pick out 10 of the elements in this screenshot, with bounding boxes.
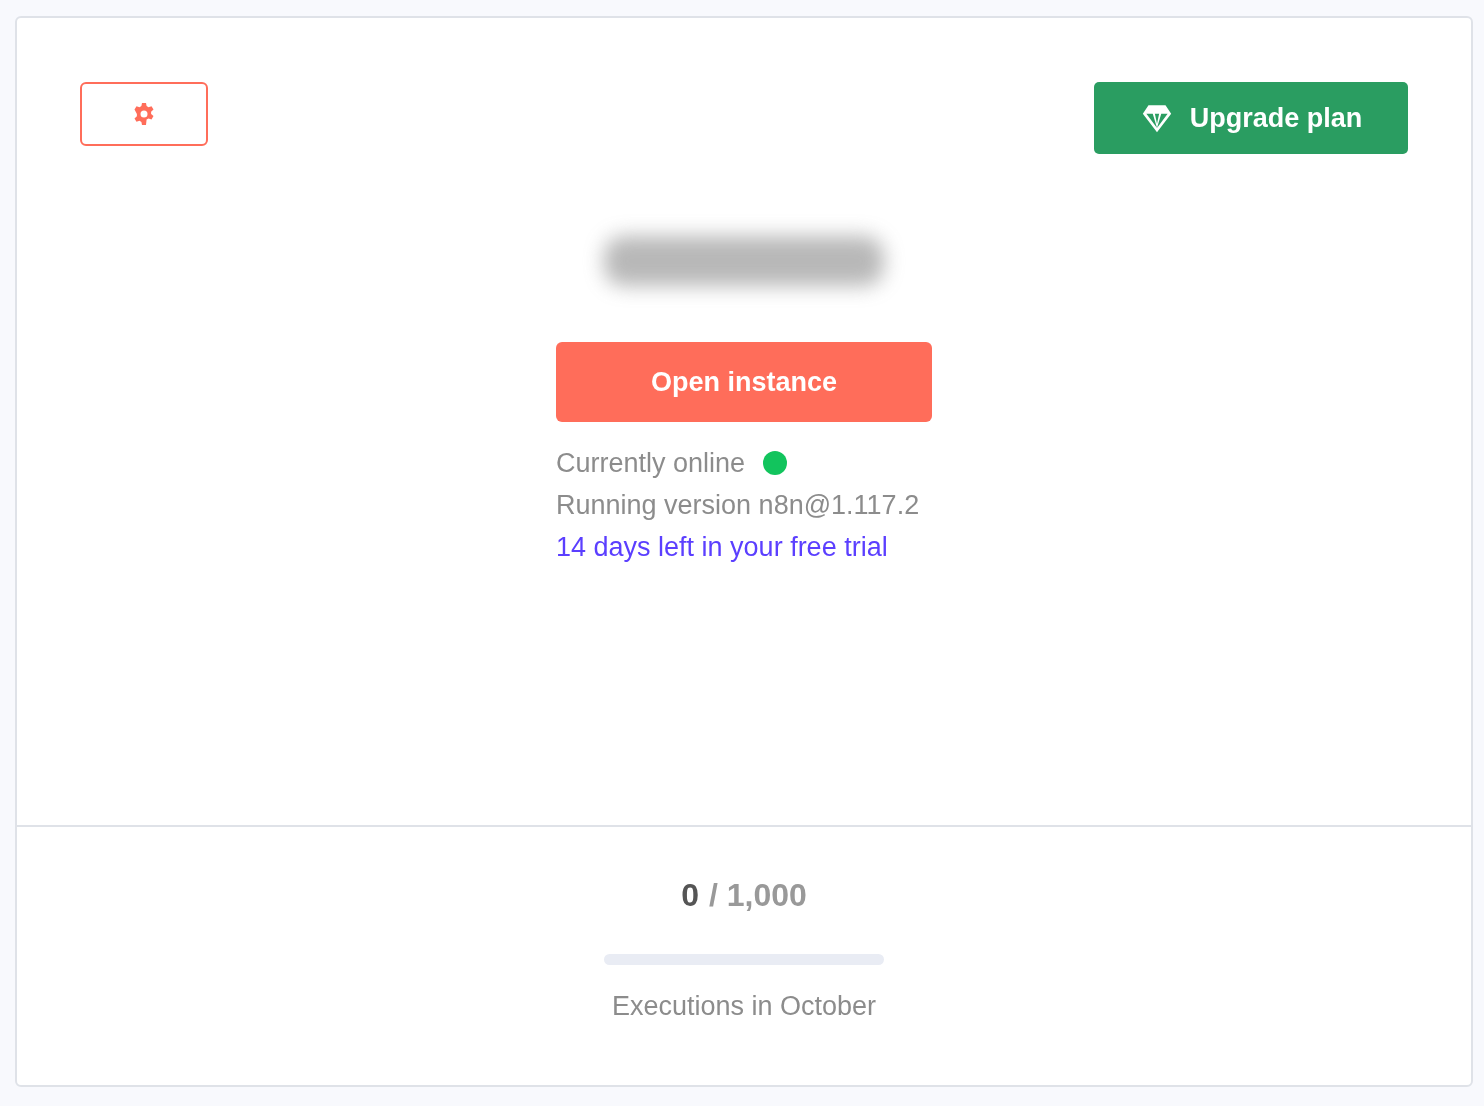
settings-icon	[132, 102, 156, 126]
version-text: Running version n8n@1.117.2	[556, 489, 921, 522]
settings-button[interactable]	[80, 82, 208, 146]
open-instance-button[interactable]: Open instance	[556, 342, 932, 422]
status-text: Currently online	[556, 447, 746, 480]
trial-link[interactable]: 14 days left in your free trial	[556, 526, 932, 568]
upgrade-button[interactable]: Upgrade plan	[1094, 82, 1408, 154]
used-count: 0	[681, 877, 699, 914]
limit-count: / 1,000	[708, 877, 807, 914]
usage-caption: Executions in October	[611, 991, 877, 1022]
